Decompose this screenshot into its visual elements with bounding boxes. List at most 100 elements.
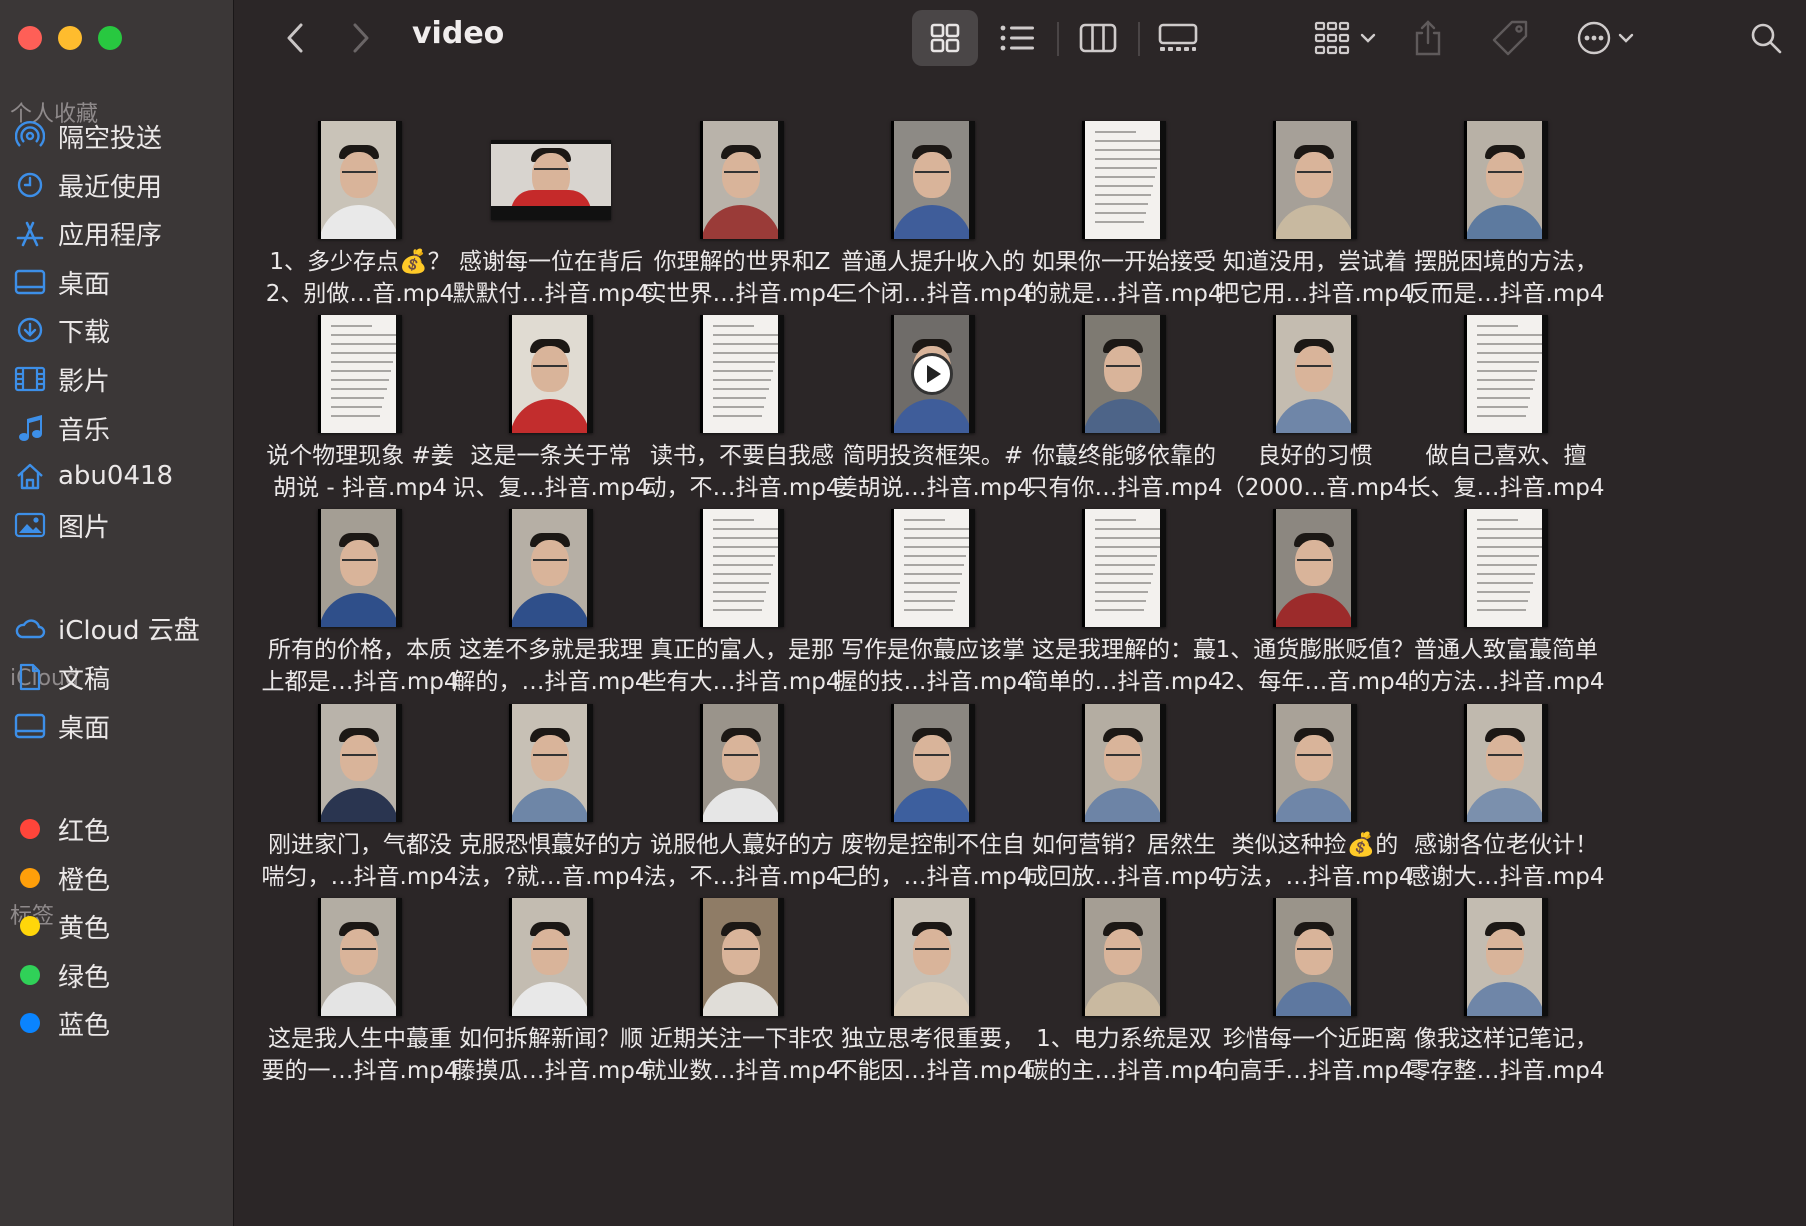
sidebar-item-download[interactable]: 下载 bbox=[12, 305, 228, 355]
tag-icon bbox=[1492, 20, 1528, 56]
document-thumbnail bbox=[1464, 315, 1548, 433]
video-thumbnail bbox=[318, 704, 402, 822]
video-thumbnail bbox=[891, 315, 975, 433]
home-icon bbox=[12, 458, 48, 494]
document-thumbnail bbox=[1082, 121, 1166, 239]
close-window-button[interactable] bbox=[18, 26, 42, 50]
sidebar-item-label: 应用程序 bbox=[58, 220, 163, 251]
sidebar-item-label: abu0418 bbox=[58, 461, 174, 491]
sidebar-tag-label: 黄色 bbox=[58, 913, 111, 944]
sidebar-item-applications[interactable]: 应用程序 bbox=[12, 208, 228, 258]
sidebar-tag-item[interactable]: 橙色 bbox=[12, 853, 228, 903]
column-view-button[interactable] bbox=[1065, 10, 1131, 66]
sidebar-tag-label: 蓝色 bbox=[58, 1010, 111, 1041]
file-name: 摆脱困境的方法， 反而是…抖音.mp4 bbox=[1407, 249, 1605, 307]
video-thumbnail bbox=[1273, 315, 1357, 433]
video-thumbnail bbox=[509, 509, 593, 627]
file-name: 做自己喜欢、擅 长、复…抖音.mp4 bbox=[1407, 443, 1605, 501]
video-thumbnail bbox=[1464, 121, 1548, 239]
tag-color-dot bbox=[12, 957, 48, 993]
document-icon bbox=[12, 659, 48, 695]
sidebar-item-music[interactable]: 音乐 bbox=[12, 403, 228, 453]
tag-color-dot bbox=[12, 1005, 48, 1041]
chevron-right-icon bbox=[353, 23, 369, 53]
video-thumbnail bbox=[1464, 898, 1548, 1016]
search-icon bbox=[1751, 23, 1782, 54]
video-thumbnail bbox=[1273, 509, 1357, 627]
back-button[interactable] bbox=[275, 10, 315, 66]
video-thumbnail bbox=[491, 140, 611, 220]
chevron-down-icon bbox=[1618, 33, 1634, 43]
grid-view-icon bbox=[930, 23, 960, 53]
sidebar-item-photos[interactable]: 图片 bbox=[12, 500, 228, 550]
sidebar-item-label: 下载 bbox=[58, 317, 111, 348]
sidebar-item-airdrop[interactable]: 隔空投送 bbox=[12, 111, 228, 161]
sidebar-item-desktop[interactable]: 桌面 bbox=[12, 257, 228, 307]
share-icon bbox=[1415, 20, 1441, 56]
minimize-window-button[interactable] bbox=[58, 26, 82, 50]
desktop-icon bbox=[12, 708, 48, 744]
action-menu-button[interactable] bbox=[1565, 10, 1645, 66]
sidebar-item-icloud-0[interactable]: iCloud 云盘 bbox=[12, 603, 228, 653]
sidebar-tag-item[interactable]: 黄色 bbox=[12, 901, 228, 951]
file-name: 像我这样记笔记， 零存整…抖音.mp4 bbox=[1407, 1026, 1605, 1084]
document-thumbnail bbox=[1082, 509, 1166, 627]
video-thumbnail bbox=[1273, 704, 1357, 822]
gallery-view-button[interactable] bbox=[1145, 10, 1211, 66]
music-icon bbox=[12, 410, 48, 446]
file-item[interactable]: 做自己喜欢、擅 长、复…抖音.mp4 bbox=[1396, 302, 1616, 512]
video-thumbnail bbox=[318, 898, 402, 1016]
grid-view-button[interactable] bbox=[912, 10, 978, 66]
sidebar-item-icloud-1[interactable]: 文稿 bbox=[12, 652, 228, 702]
sidebar-item-label: iCloud 云盘 bbox=[58, 615, 200, 646]
file-item[interactable]: 摆脱困境的方法， 反而是…抖音.mp4 bbox=[1396, 108, 1616, 318]
sidebar-item-label: 影片 bbox=[58, 366, 111, 397]
video-thumbnail bbox=[891, 704, 975, 822]
document-thumbnail bbox=[891, 509, 975, 627]
sidebar-tag-item[interactable]: 蓝色 bbox=[12, 998, 228, 1048]
clock-icon bbox=[12, 167, 48, 203]
sidebar-item-film[interactable]: 影片 bbox=[12, 354, 228, 404]
file-item[interactable]: 普通人致富蕞简单 的方法…抖音.mp4 bbox=[1396, 496, 1616, 706]
sidebar-item-icloud-2[interactable]: 桌面 bbox=[12, 701, 228, 751]
applications-icon bbox=[12, 215, 48, 251]
video-thumbnail bbox=[1082, 704, 1166, 822]
video-thumbnail bbox=[891, 121, 975, 239]
sidebar-item-label: 图片 bbox=[58, 512, 111, 543]
list-view-button[interactable] bbox=[984, 10, 1050, 66]
file-item[interactable]: 感谢各位老伙计！ 感谢大…抖音.mp4 bbox=[1396, 691, 1616, 901]
sidebar-tag-item[interactable]: 绿色 bbox=[12, 950, 228, 1000]
forward-button[interactable] bbox=[341, 10, 381, 66]
tag-button[interactable] bbox=[1485, 10, 1535, 66]
video-thumbnail bbox=[1464, 704, 1548, 822]
search-button[interactable] bbox=[1741, 10, 1791, 66]
sidebar: 个人收藏 隔空投送 最近使用 应用程序 桌面 下载 影片 音乐 abu0418 … bbox=[0, 0, 234, 1226]
desktop-icon bbox=[12, 264, 48, 300]
video-thumbnail bbox=[700, 898, 784, 1016]
play-icon bbox=[910, 353, 953, 395]
sidebar-item-clock[interactable]: 最近使用 bbox=[12, 160, 228, 210]
more-icon bbox=[1577, 21, 1611, 55]
sidebar-item-label: 文稿 bbox=[58, 664, 111, 695]
file-item[interactable]: 像我这样记笔记， 零存整…抖音.mp4 bbox=[1396, 885, 1616, 1095]
share-button[interactable] bbox=[1403, 10, 1453, 66]
sidebar-tag-item[interactable]: 红色 bbox=[12, 804, 228, 854]
video-thumbnail bbox=[700, 704, 784, 822]
tag-color-dot bbox=[12, 811, 48, 847]
sidebar-tag-label: 橙色 bbox=[58, 865, 111, 896]
sidebar-item-label: 桌面 bbox=[58, 713, 111, 744]
group-by-button[interactable] bbox=[1305, 10, 1385, 66]
sidebar-item-label: 最近使用 bbox=[58, 172, 163, 203]
toolbar: video bbox=[235, 0, 1806, 76]
sidebar-tag-label: 绿色 bbox=[58, 962, 111, 993]
video-thumbnail bbox=[509, 315, 593, 433]
chevron-left-icon bbox=[287, 23, 303, 53]
film-icon bbox=[12, 361, 48, 397]
video-thumbnail bbox=[1273, 121, 1357, 239]
document-thumbnail bbox=[1464, 509, 1548, 627]
sidebar-item-home[interactable]: abu0418 bbox=[12, 451, 228, 501]
file-name: 普通人致富蕞简单 的方法…抖音.mp4 bbox=[1407, 637, 1605, 695]
window-title: video bbox=[412, 16, 505, 51]
zoom-window-button[interactable] bbox=[98, 26, 122, 50]
document-thumbnail bbox=[318, 315, 402, 433]
